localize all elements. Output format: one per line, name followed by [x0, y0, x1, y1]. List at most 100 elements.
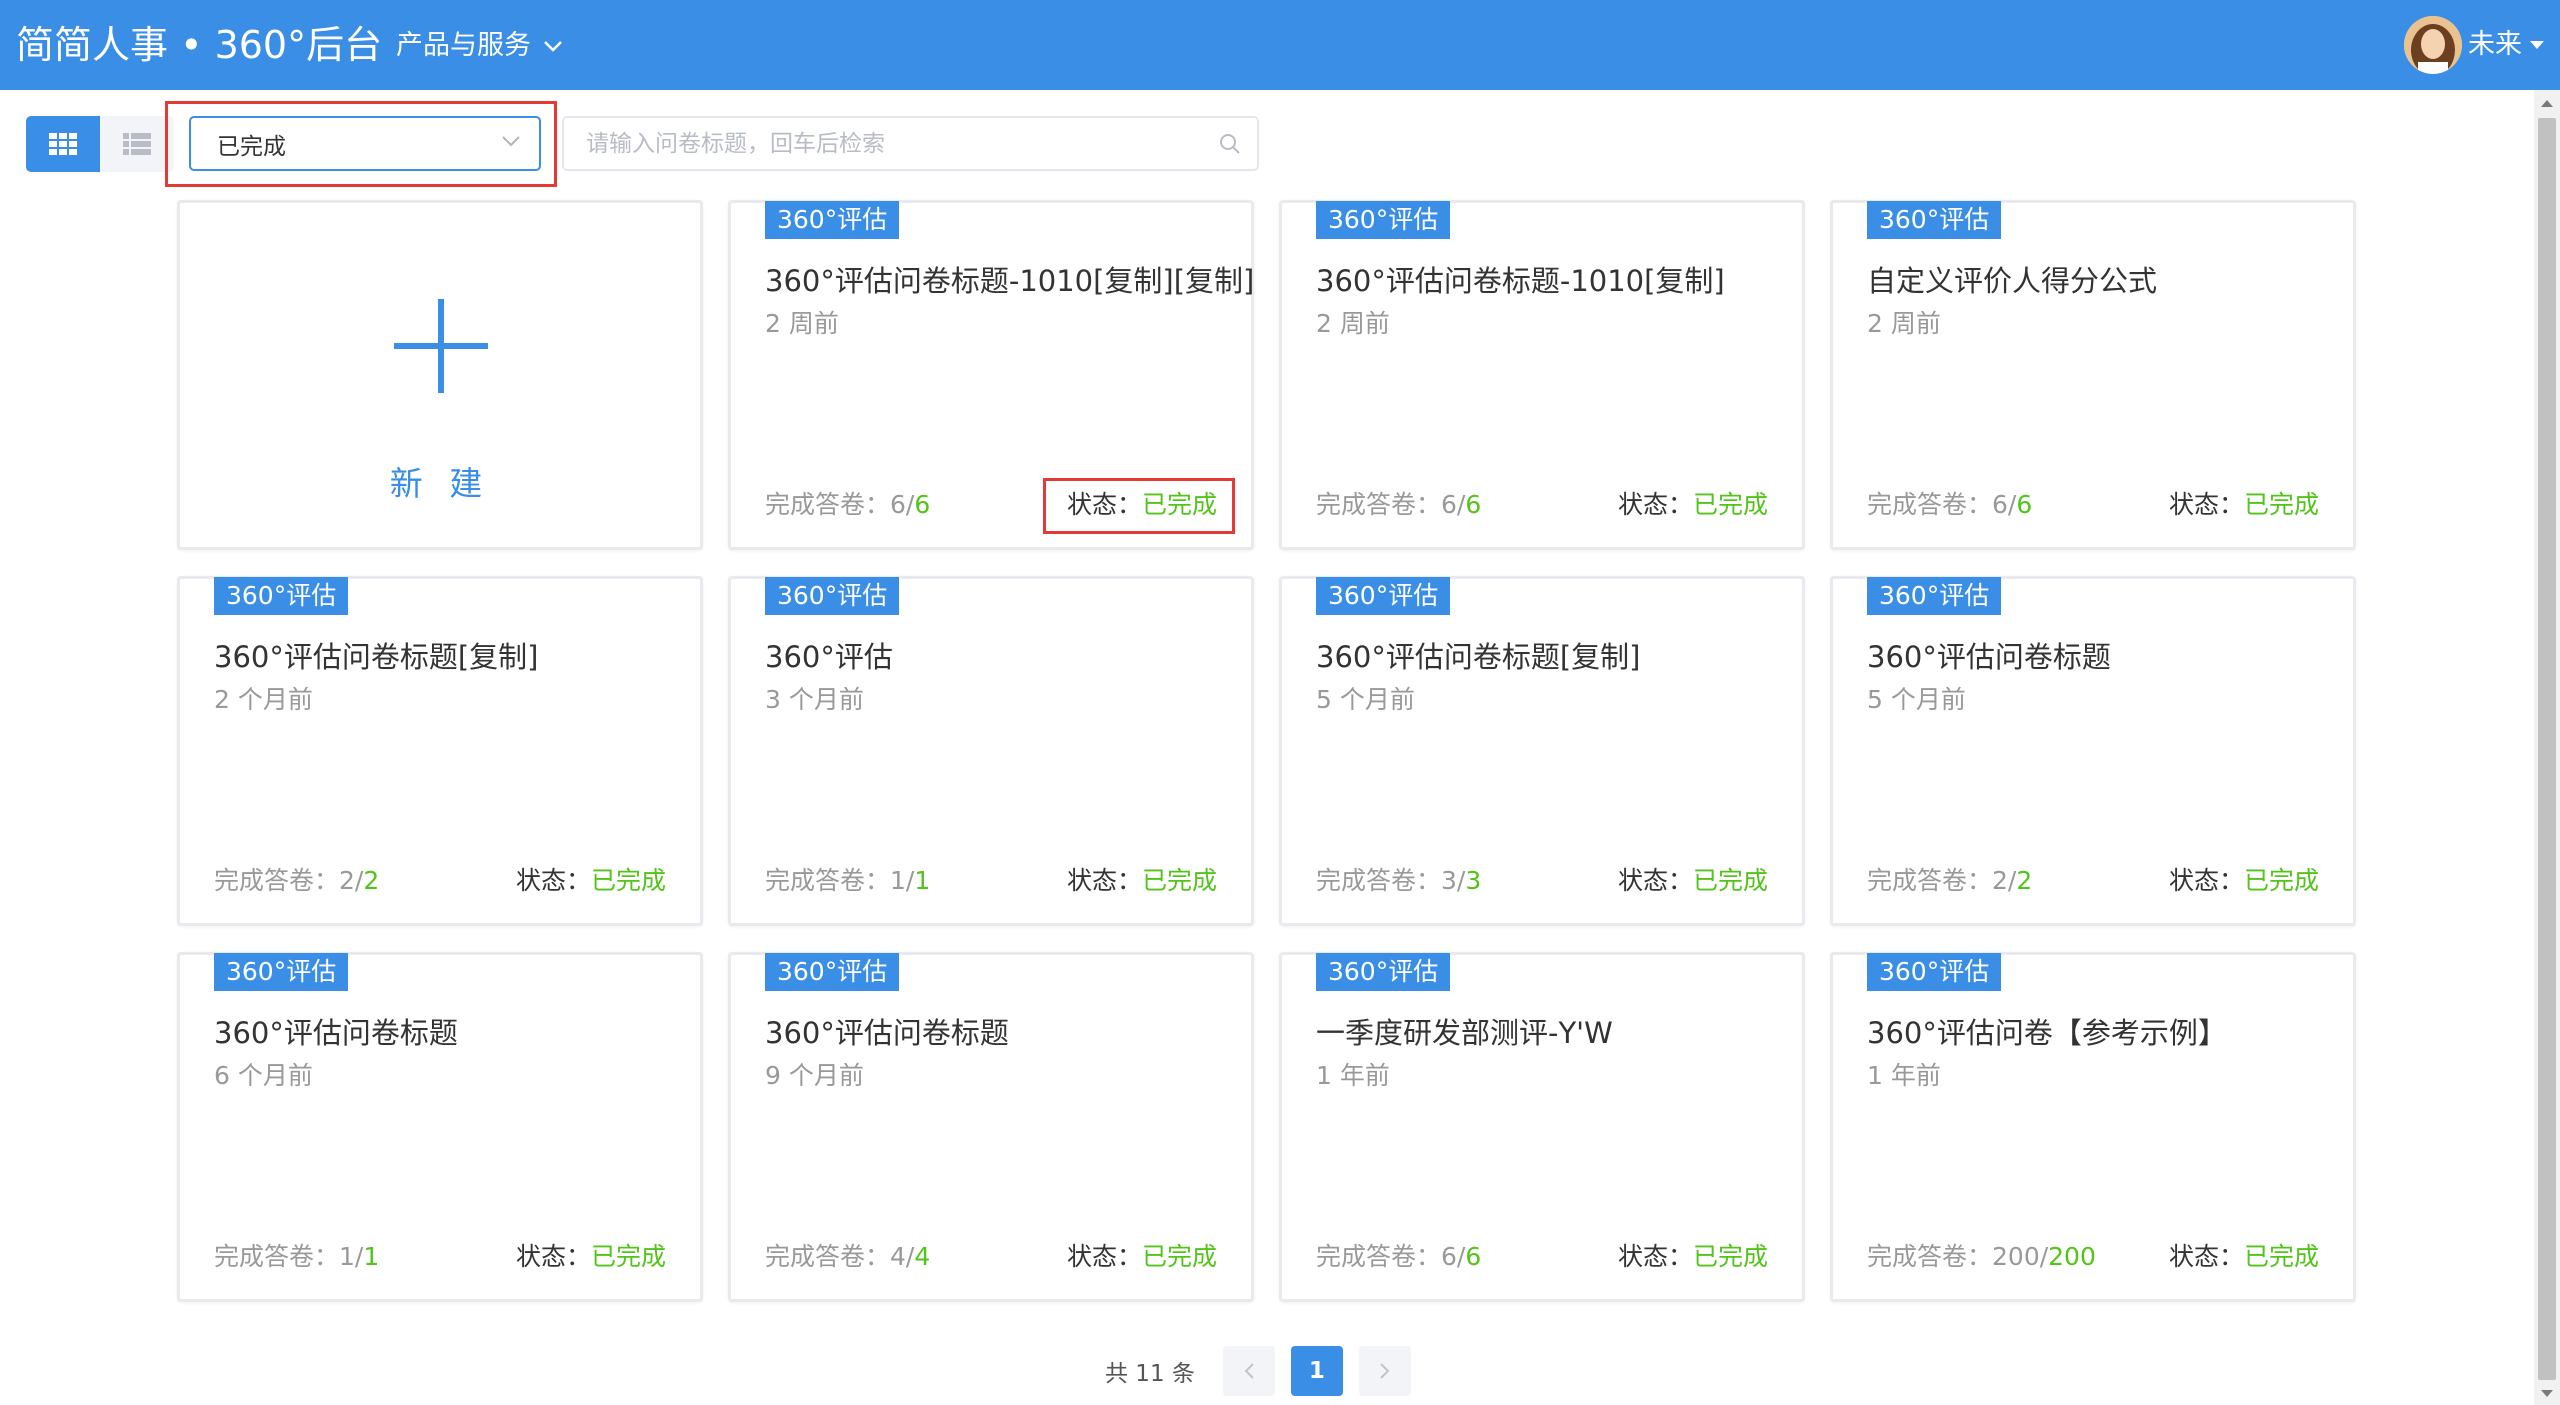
annotation-highlight-box	[1043, 478, 1235, 534]
type-tag: 360°评估	[1867, 201, 2002, 239]
completed-count-done: 3/	[1441, 866, 1466, 895]
user-menu[interactable]: 未来	[2404, 16, 2544, 74]
plus-icon	[394, 299, 488, 393]
scroll-down-icon[interactable]	[2541, 1390, 2553, 1397]
survey-card[interactable]: 360°评估 360°评估 3 个月前 完成答卷：1/1 状态：已完成	[728, 576, 1254, 926]
type-tag: 360°评估	[765, 577, 900, 615]
grid-icon	[49, 133, 77, 155]
status-filter-value: 已完成	[217, 133, 286, 160]
survey-title: 360°评估问卷标题	[214, 1016, 458, 1050]
completed-count-total: 2	[2016, 866, 2033, 895]
top-navbar: 简简人事 • 360°后台 产品与服务 未来	[0, 0, 2560, 90]
products-services-label: 产品与服务	[396, 30, 531, 61]
vertical-scrollbar[interactable]	[2534, 90, 2560, 1405]
completed-count-total: 6	[914, 490, 931, 519]
survey-card[interactable]: 360°评估 360°评估问卷标题-1010[复制] 2 周前 完成答卷：6/6…	[1279, 200, 1805, 550]
status-value: 已完成	[1692, 490, 1768, 519]
status-label: 状态：	[1617, 490, 1693, 519]
survey-card[interactable]: 360°评估 360°评估问卷标题[复制] 5 个月前 完成答卷：3/3 状态：…	[1279, 576, 1805, 926]
survey-card[interactable]: 360°评估 360°评估问卷标题 6 个月前 完成答卷：1/1 状态：已完成	[177, 952, 703, 1302]
survey-time: 2 周前	[1867, 309, 1941, 338]
survey-card[interactable]: 360°评估 360°评估问卷标题 9 个月前 完成答卷：4/4 状态：已完成	[728, 952, 1254, 1302]
completed-count-label: 完成答卷：	[765, 490, 891, 519]
type-tag: 360°评估	[214, 953, 349, 991]
completed-count: 完成答卷：6/6	[1316, 488, 1481, 522]
completed-count: 完成答卷：2/2	[214, 864, 379, 898]
status-value: 已完成	[1692, 1242, 1768, 1271]
scroll-up-icon[interactable]	[2541, 100, 2553, 107]
survey-time: 5 个月前	[1316, 685, 1415, 714]
survey-time: 1 年前	[1316, 1061, 1390, 1090]
completed-count: 完成答卷：6/6	[1867, 488, 2032, 522]
completed-count: 完成答卷：3/3	[1316, 864, 1481, 898]
survey-title: 360°评估问卷标题	[1867, 640, 2111, 674]
type-tag: 360°评估	[1867, 577, 2002, 615]
survey-status: 状态：已完成	[2169, 1240, 2319, 1274]
new-survey-card[interactable]: 新 建	[177, 200, 703, 550]
survey-status: 状态：已完成	[516, 1240, 666, 1274]
completed-count-done: 1/	[339, 1242, 364, 1271]
pagination: 共 11 条 1	[1105, 1346, 1411, 1396]
scroll-thumb[interactable]	[2538, 118, 2556, 1380]
status-value: 已完成	[1141, 1242, 1217, 1271]
products-services-menu[interactable]: 产品与服务	[396, 28, 563, 64]
list-icon	[123, 133, 151, 155]
survey-status: 状态：已完成	[1618, 1240, 1768, 1274]
survey-title: 360°评估问卷标题-1010[复制]	[1316, 264, 1725, 298]
status-value: 已完成	[590, 1242, 666, 1271]
survey-card[interactable]: 360°评估 360°评估问卷标题-1010[复制][复制] 2 周前 完成答卷…	[728, 200, 1254, 550]
status-filter-select[interactable]: 已完成	[189, 116, 541, 171]
survey-status: 状态：已完成	[1067, 864, 1217, 898]
page-number-button[interactable]: 1	[1290, 1346, 1343, 1396]
completed-count-total: 1	[363, 1242, 380, 1271]
chevron-down-icon	[502, 136, 520, 147]
prev-page-button[interactable]	[1222, 1346, 1275, 1396]
survey-time: 5 个月前	[1867, 685, 1966, 714]
list-view-button[interactable]	[100, 116, 174, 172]
type-tag: 360°评估	[1316, 953, 1451, 991]
completed-count-label: 完成答卷：	[1316, 866, 1442, 895]
status-label: 状态：	[2168, 1242, 2244, 1271]
completed-count-total: 200	[2048, 1242, 2096, 1271]
survey-time: 1 年前	[1867, 1061, 1941, 1090]
status-value: 已完成	[590, 866, 666, 895]
completed-count-done: 6/	[890, 490, 915, 519]
survey-card[interactable]: 360°评估 自定义评价人得分公式 2 周前 完成答卷：6/6 状态：已完成	[1830, 200, 2356, 550]
completed-count-label: 完成答卷：	[214, 1242, 340, 1271]
completed-count: 完成答卷：1/1	[214, 1240, 379, 1274]
survey-card[interactable]: 360°评估 360°评估问卷标题 5 个月前 完成答卷：2/2 状态：已完成	[1830, 576, 2356, 926]
survey-card[interactable]: 360°评估 360°评估问卷【参考示例】 1 年前 完成答卷：200/200 …	[1830, 952, 2356, 1302]
app-brand-title[interactable]: 简简人事 • 360°后台	[16, 22, 382, 68]
next-page-button[interactable]	[1358, 1346, 1411, 1396]
survey-card[interactable]: 360°评估 一季度研发部测评-Y'W 1 年前 完成答卷：6/6 状态：已完成	[1279, 952, 1805, 1302]
survey-time: 2 周前	[1316, 309, 1390, 338]
completed-count-done: 4/	[890, 1242, 915, 1271]
completed-count-done: 200/	[1992, 1242, 2049, 1271]
completed-count-done: 6/	[1441, 1242, 1466, 1271]
type-tag: 360°评估	[1867, 953, 2002, 991]
type-tag: 360°评估	[1316, 201, 1451, 239]
survey-time: 9 个月前	[765, 1061, 864, 1090]
type-tag: 360°评估	[214, 577, 349, 615]
search-icon[interactable]	[1219, 133, 1241, 155]
survey-status: 状态：已完成	[1067, 1240, 1217, 1274]
completed-count-total: 6	[2016, 490, 2033, 519]
new-survey-label: 新 建	[389, 464, 491, 503]
survey-card[interactable]: 360°评估 360°评估问卷标题[复制] 2 个月前 完成答卷：2/2 状态：…	[177, 576, 703, 926]
completed-count-total: 4	[914, 1242, 931, 1271]
status-label: 状态：	[2168, 490, 2244, 519]
avatar	[2404, 16, 2462, 74]
survey-time: 6 个月前	[214, 1061, 313, 1090]
grid-view-button[interactable]	[26, 116, 100, 172]
status-label: 状态：	[2168, 866, 2244, 895]
search-input[interactable]	[586, 126, 1186, 162]
survey-status: 状态：已完成	[1618, 488, 1768, 522]
status-label: 状态：	[1617, 866, 1693, 895]
completed-count-done: 6/	[1441, 490, 1466, 519]
type-tag: 360°评估	[765, 953, 900, 991]
completed-count-label: 完成答卷：	[1316, 1242, 1442, 1271]
status-value: 已完成	[2243, 490, 2319, 519]
completed-count-total: 1	[914, 866, 931, 895]
status-label: 状态：	[1066, 1242, 1142, 1271]
survey-time: 3 个月前	[765, 685, 864, 714]
